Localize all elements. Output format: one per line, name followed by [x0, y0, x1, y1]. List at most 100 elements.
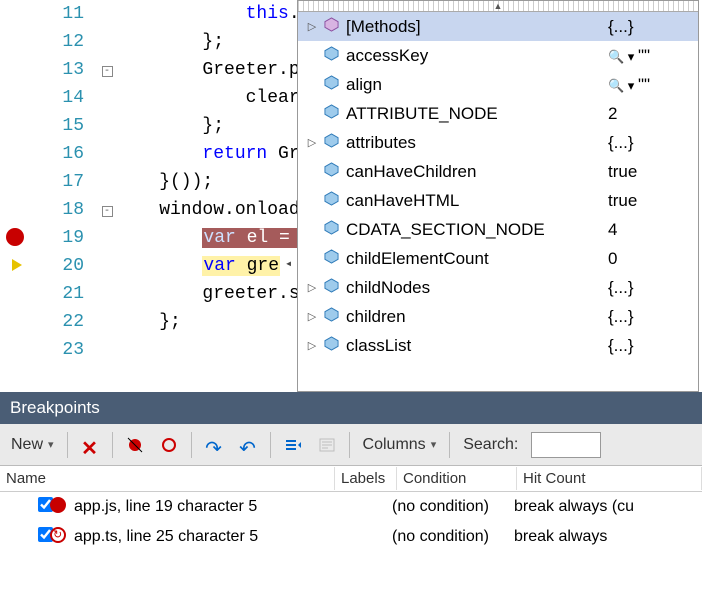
intellisense-item[interactable]: ▷ childNodes{...}	[298, 273, 698, 302]
breakpoint-hitcount: break always (cu	[508, 496, 702, 518]
member-name: childNodes	[342, 278, 608, 298]
intellisense-item[interactable]: canHaveChildrentrue	[298, 157, 698, 186]
search-icon[interactable]: 🔍 ▾	[608, 78, 638, 93]
breakpoint-condition: (no condition)	[386, 496, 508, 518]
member-name: align	[342, 75, 608, 95]
intellisense-item[interactable]: ▷ attributes{...}	[298, 128, 698, 157]
member-name: ATTRIBUTE_NODE	[342, 104, 608, 124]
col-name[interactable]: Name	[0, 467, 335, 490]
expand-icon[interactable]: ▷	[304, 20, 320, 33]
breakpoint-icon[interactable]	[6, 228, 24, 246]
expand-icon[interactable]: ▷	[304, 136, 320, 149]
line-number: 22	[30, 308, 98, 336]
disable-all-button[interactable]	[153, 433, 185, 457]
collapse-icon[interactable]: ◂	[285, 256, 292, 271]
import-button[interactable]: ↶	[232, 433, 264, 457]
delete-breakpoint-button[interactable]: ✕	[74, 433, 106, 457]
search-icon[interactable]: 🔍 ▾	[608, 49, 638, 64]
property-icon	[320, 75, 342, 95]
property-icon	[320, 220, 342, 240]
go-to-source-button[interactable]	[277, 433, 309, 457]
go-to-disassembly-button[interactable]	[311, 433, 343, 457]
col-condition[interactable]: Condition	[397, 467, 517, 490]
member-name: children	[342, 307, 608, 327]
member-value: 4	[608, 220, 692, 240]
breakpoints-header-row: Name Labels Condition Hit Count	[0, 466, 702, 492]
line-number: 19	[30, 224, 98, 252]
line-number: 12	[30, 28, 98, 56]
member-name: accessKey	[342, 46, 608, 66]
breakpoint-row[interactable]: app.js, line 19 character 5 (no condition…	[0, 492, 702, 522]
expand-icon[interactable]: ▷	[304, 310, 320, 323]
property-icon	[320, 336, 342, 356]
property-icon	[320, 104, 342, 124]
columns-button[interactable]: Columns	[356, 433, 444, 457]
intellisense-item[interactable]: align🔍 ▾ ""	[298, 70, 698, 99]
member-value: 0	[608, 249, 692, 269]
property-icon	[320, 249, 342, 269]
property-icon	[320, 133, 342, 153]
line-number: 15	[30, 112, 98, 140]
method-icon	[320, 17, 342, 37]
intellisense-item[interactable]: ▷classList{...}	[298, 331, 698, 360]
intellisense-item[interactable]: childElementCount0	[298, 244, 698, 273]
intellisense-item[interactable]: ATTRIBUTE_NODE2	[298, 99, 698, 128]
member-name: canHaveHTML	[342, 191, 608, 211]
line-number: 11	[30, 0, 98, 28]
search-input[interactable]	[531, 432, 601, 458]
fold-toggle-icon[interactable]: -	[102, 206, 113, 217]
expand-icon[interactable]: ▷	[304, 339, 320, 352]
property-icon	[320, 191, 342, 211]
member-value: {...}	[608, 307, 692, 327]
fold-toggle-icon[interactable]: -	[102, 66, 113, 77]
intellisense-item[interactable]: ▷ children{...}	[298, 302, 698, 331]
breakpoint-location: app.ts, line 25 character 5	[68, 526, 326, 548]
current-statement-icon	[12, 259, 22, 271]
intellisense-item[interactable]: ▷ [Methods]{...}	[298, 12, 698, 41]
member-value: {...}	[608, 278, 692, 298]
col-hitcount[interactable]: Hit Count	[517, 467, 702, 490]
expand-icon[interactable]: ▷	[304, 281, 320, 294]
breakpoint-icon	[50, 527, 66, 543]
breakpoints-toolbar: New ✕ ↷ ↶ Columns Search:	[0, 424, 702, 466]
line-number: 23	[30, 336, 98, 364]
member-name: classList	[342, 336, 608, 356]
member-value: {...}	[608, 17, 692, 37]
breakpoint-hitcount: break always	[508, 526, 702, 548]
property-icon	[320, 278, 342, 298]
intellisense-scroll-up[interactable]: ▲	[298, 1, 698, 12]
line-number: 16	[30, 140, 98, 168]
new-button[interactable]: New	[4, 433, 61, 457]
breakpoint-condition: (no condition)	[386, 526, 508, 548]
member-value: 🔍 ▾ ""	[608, 46, 692, 66]
enable-all-button[interactable]	[119, 433, 151, 457]
line-number: 21	[30, 280, 98, 308]
property-icon	[320, 307, 342, 327]
intellisense-item[interactable]: accessKey🔍 ▾ ""	[298, 41, 698, 70]
search-label: Search:	[456, 433, 525, 457]
intellisense-item[interactable]: canHaveHTMLtrue	[298, 186, 698, 215]
member-name: attributes	[342, 133, 608, 153]
member-value: {...}	[608, 133, 692, 153]
breakpoint-row[interactable]: app.ts, line 25 character 5 (no condition…	[0, 522, 702, 552]
line-number: 20	[30, 252, 98, 280]
breakpoint-location: app.js, line 19 character 5	[68, 496, 326, 518]
export-button[interactable]: ↷	[198, 433, 230, 457]
intellisense-popup[interactable]: ▲ ▷[Methods]{...}accessKey🔍 ▾ ""align🔍 ▾…	[297, 0, 699, 392]
member-value: 🔍 ▾ ""	[608, 75, 692, 95]
breakpoints-panel: Breakpoints New ✕ ↷ ↶ Columns Search: Na…	[0, 392, 702, 599]
col-labels[interactable]: Labels	[335, 467, 397, 490]
member-name: [Methods]	[342, 17, 608, 37]
line-number: 18	[30, 196, 98, 224]
line-number: 13	[30, 56, 98, 84]
breakpoint-labels	[326, 505, 386, 509]
property-icon	[320, 162, 342, 182]
member-value: true	[608, 162, 692, 182]
line-number: 14	[30, 84, 98, 112]
intellisense-item[interactable]: CDATA_SECTION_NODE4	[298, 215, 698, 244]
member-value: 2	[608, 104, 692, 124]
line-number: 17	[30, 168, 98, 196]
member-name: canHaveChildren	[342, 162, 608, 182]
code-editor[interactable]: 11 this.12 };13- Greeter.p14 clear15 };1…	[0, 0, 702, 392]
member-value: true	[608, 191, 692, 211]
